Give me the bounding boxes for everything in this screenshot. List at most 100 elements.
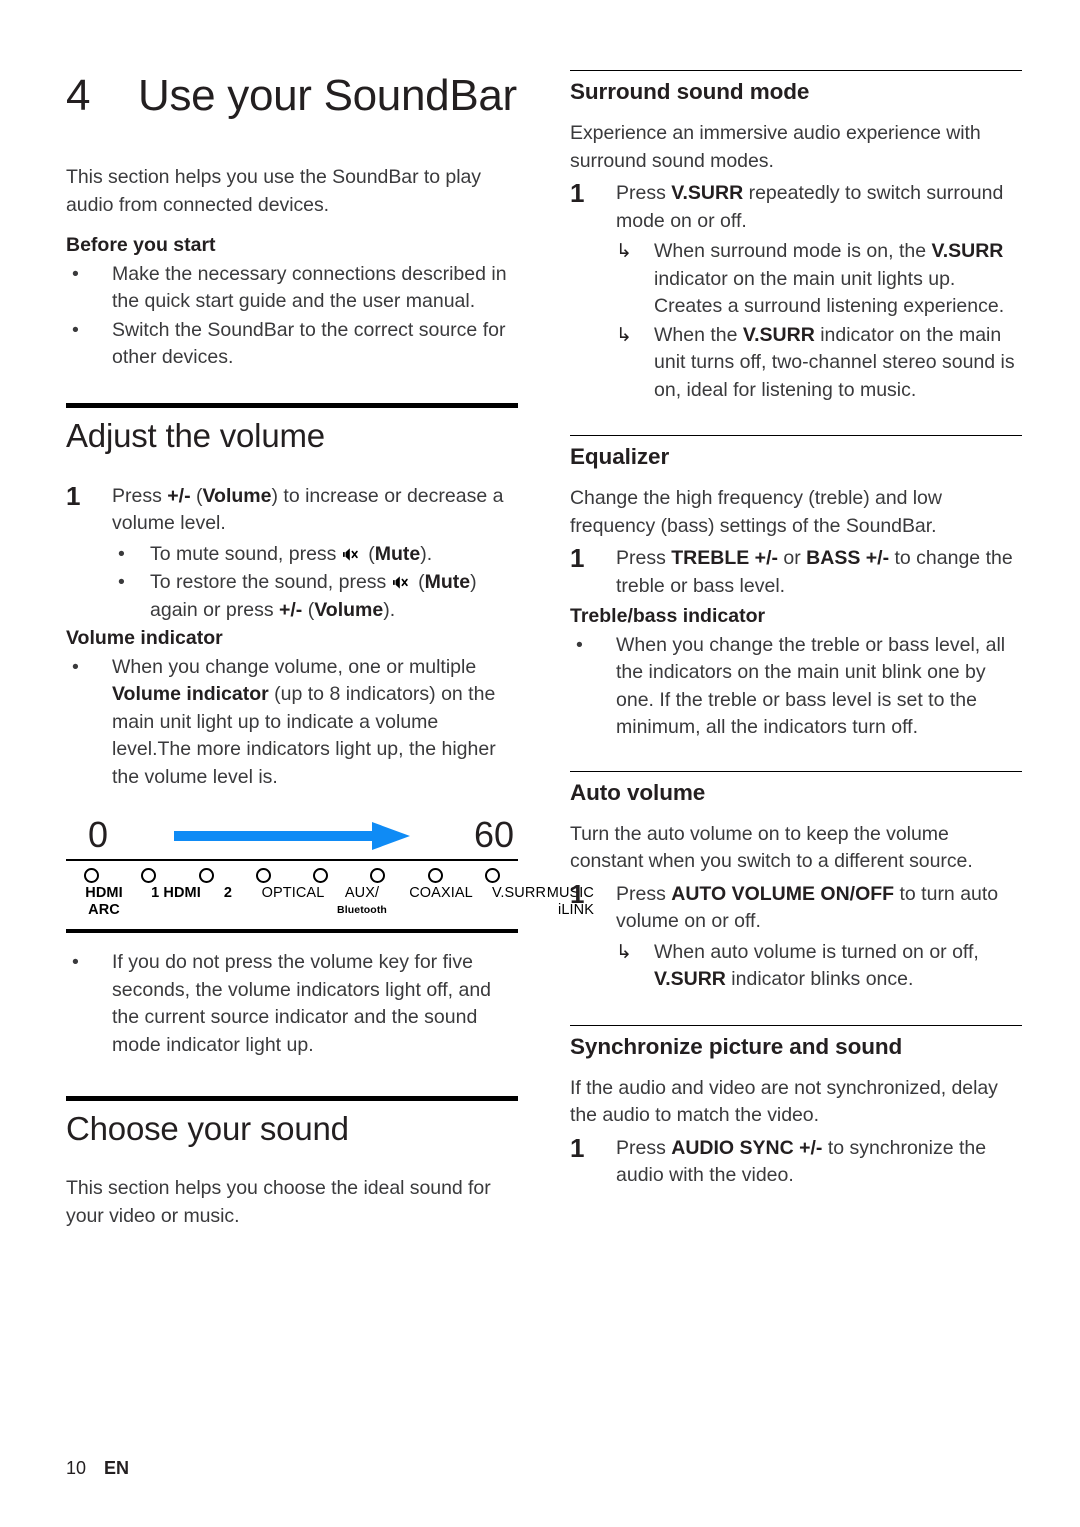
arrow-bullet-icon xyxy=(616,322,654,350)
auto-volume-intro: Turn the auto volume on to keep the volu… xyxy=(570,822,973,873)
surround-arrow-2: When the V.SURR indicator on the main un… xyxy=(654,322,1022,405)
step-text-pre: Press xyxy=(616,182,672,204)
step-text-pre: Press xyxy=(616,547,672,569)
indicator-led-row xyxy=(66,861,518,885)
step-text: Press AUDIO SYNC +/- to synchronize the … xyxy=(616,1134,1022,1190)
before-you-start-bullet-1: Make the necessary connections described… xyxy=(112,262,507,313)
figure-scale-band: 0 60 xyxy=(66,813,518,859)
surround-arrow-1: When surround mode is on, the V.SURR ind… xyxy=(654,238,1022,321)
volume-indicator-heading: Volume indicator xyxy=(66,627,223,649)
restore-bullet-mid: ( xyxy=(412,571,425,593)
volume-indicator-bullet-bold: Volume indicator xyxy=(112,683,269,705)
step-number: 1 xyxy=(66,480,81,511)
volume-timeout-bullet: If you do not press the volume key for f… xyxy=(112,951,492,1056)
treble-bass-indicator-heading: Treble/bass indicator xyxy=(570,605,766,627)
list-item: When you change volume, one or multiple … xyxy=(66,654,518,792)
restore-bullet-post3: ). xyxy=(383,598,396,621)
bullet-dot-icon xyxy=(66,654,112,682)
indicator-label-row: HDMI ARC 1 HDMI 2 OPTICAL AUX/ Bluetooth xyxy=(66,885,594,927)
arrow-text-post: indicator on the main unit lights up. Cr… xyxy=(654,267,1005,318)
arrow-bullet-icon xyxy=(616,238,654,266)
indicator-led xyxy=(484,868,500,883)
indicator-label-hdmi-1: 1 HDMI xyxy=(134,885,218,902)
step-text-mid: or xyxy=(777,547,807,569)
before-you-start-heading: Before you start xyxy=(66,234,216,256)
restore-sound-bullet: To restore the sound, press (Mute) again… xyxy=(150,569,518,624)
indicator-led xyxy=(427,868,443,883)
auto-volume-arrow: When auto volume is turned on or off, V.… xyxy=(654,939,1022,994)
step-bold-treble: TREBLE +/- xyxy=(671,547,778,569)
section-rule xyxy=(66,402,518,408)
label-line1: 2 xyxy=(223,885,233,901)
indicator-led xyxy=(84,868,99,883)
choose-sound-heading: Choose your sound xyxy=(66,1110,349,1147)
manual-page: 4 Use your SoundBar This section helps y… xyxy=(0,0,1080,1527)
label-line1: HDMI xyxy=(85,885,123,901)
indicator-led xyxy=(141,868,157,883)
volume-increase-arrow-icon xyxy=(174,822,410,850)
list-item: When auto volume is turned on or off, V.… xyxy=(616,939,1022,994)
volume-indicator-bullet-a: When you change volume, one or multiple xyxy=(112,655,477,678)
list-item: Make the necessary connections described… xyxy=(66,261,518,316)
label-line1: AUX/ xyxy=(344,885,380,901)
mute-icon xyxy=(392,576,408,589)
before-you-start-bullet-2: Switch the SoundBar to the correct sourc… xyxy=(112,318,506,369)
indicator-label-aux-bluetooth: AUX/ Bluetooth xyxy=(324,885,400,919)
arrow-bold-vsurr: V.SURR xyxy=(931,240,1004,262)
surround-step-1: 1 Press V.SURR repeatedly to switch surr… xyxy=(570,179,1022,235)
arrow-bold-vsurr: V.SURR xyxy=(742,323,815,346)
arrow-text-pre: When surround mode is on, the xyxy=(654,240,932,262)
list-item: If you do not press the volume key for f… xyxy=(66,949,518,1059)
step-bold-auto-volume: AUTO VOLUME ON/OFF xyxy=(671,882,895,905)
mute-bullet-pre: To mute sound, press xyxy=(150,542,342,565)
step-text: Press +/- (Volume) to increase or decrea… xyxy=(112,482,518,538)
restore-bullet-post2: ( xyxy=(302,598,315,621)
auto-volume-heading: Auto volume xyxy=(570,779,706,805)
step-bold-plusminus: +/- xyxy=(167,484,191,507)
page-footer: 10 EN xyxy=(66,1457,129,1479)
chapter-heading: 4 Use your SoundBar xyxy=(66,70,518,122)
indicator-led xyxy=(198,868,214,883)
step-text: Press AUTO VOLUME ON/OFF to turn auto vo… xyxy=(616,880,1022,936)
auto-volume-step-1: 1 Press AUTO VOLUME ON/OFF to turn auto … xyxy=(570,879,1022,936)
label-line1: 1 HDMI xyxy=(151,885,201,901)
surround-sound-heading: Surround sound mode xyxy=(570,79,810,104)
restore-bullet-bold2: +/- xyxy=(279,598,303,621)
label-small: Bluetooth xyxy=(337,904,387,916)
list-item: When the V.SURR indicator on the main un… xyxy=(616,322,1022,405)
list-item: When you change the treble or bass level… xyxy=(570,632,1022,742)
equalizer-step-1: 1 Press TREBLE +/- or BASS +/- to change… xyxy=(570,544,1022,600)
step-number: 1 xyxy=(570,543,585,573)
arrow-bold-vsurr: V.SURR xyxy=(654,968,726,990)
restore-bullet-pre: To restore the sound, press xyxy=(150,571,392,593)
adjust-volume-step-1: 1 Press +/- (Volume) to increase or decr… xyxy=(66,480,518,538)
figure-max-label: 60 xyxy=(473,814,514,855)
step-number: 1 xyxy=(570,178,585,208)
sync-heading: Synchronize picture and sound xyxy=(570,1033,903,1059)
step-text-a: Press xyxy=(112,484,168,507)
restore-bullet-bold3: Volume xyxy=(314,598,384,621)
chapter-title: Use your SoundBar xyxy=(138,71,517,120)
label-line1: OPTICAL xyxy=(261,885,325,901)
step-text-pre: Press xyxy=(616,1136,672,1159)
list-item: Switch the SoundBar to the correct sourc… xyxy=(66,317,518,372)
subsection-rule xyxy=(570,435,1022,436)
equalizer-heading: Equalizer xyxy=(570,444,670,469)
left-column: 4 Use your SoundBar This section helps y… xyxy=(66,70,594,1243)
indicator-label-hdmi-arc: HDMI ARC xyxy=(66,885,142,919)
mute-bullet-mid: ( xyxy=(362,542,375,565)
bullet-dot-icon xyxy=(570,632,616,660)
chapter-number: 4 xyxy=(66,71,90,120)
step-bold-vsurr: V.SURR xyxy=(671,182,744,204)
step-bold-audio-sync: AUDIO SYNC +/- xyxy=(671,1136,823,1159)
restore-bullet-bold: Mute xyxy=(424,571,471,593)
left-intro-paragraph: This section helps you use the SoundBar … xyxy=(66,166,481,216)
list-item: To mute sound, press (Mute). xyxy=(112,541,518,569)
bullet-dot-icon xyxy=(66,317,112,345)
step-text: Press TREBLE +/- or BASS +/- to change t… xyxy=(616,544,1022,600)
step-number: 1 xyxy=(570,1132,585,1163)
arrow-bullet-icon xyxy=(616,939,654,967)
step-bold-bass: BASS +/- xyxy=(806,547,890,569)
step-text-pre: Press xyxy=(616,882,672,905)
indicator-led xyxy=(313,868,329,883)
